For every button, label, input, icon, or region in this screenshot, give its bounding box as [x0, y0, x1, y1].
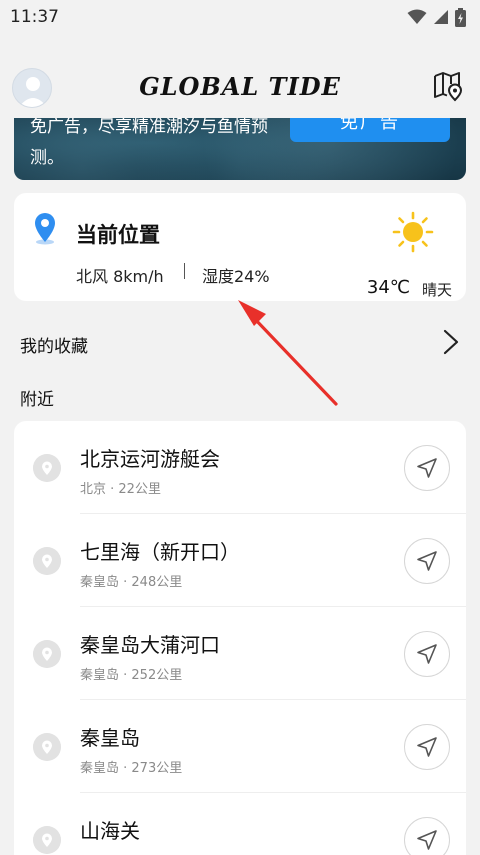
item-distance: 秦皇岛 · 248公里	[80, 575, 183, 590]
navigation-arrow-icon	[417, 830, 437, 850]
item-name: 秦皇岛	[80, 726, 140, 750]
list-item[interactable]: 山海关	[14, 793, 466, 855]
item-name: 北京运河游艇会	[80, 447, 220, 471]
place-pin-icon	[33, 826, 61, 854]
battery-icon	[455, 7, 466, 27]
sunny-icon	[392, 211, 434, 253]
navigation-arrow-icon	[417, 458, 437, 478]
place-pin-icon	[33, 733, 61, 761]
list-item[interactable]: 北京运河游艇会 北京 · 22公里	[14, 421, 466, 514]
navigate-button[interactable]	[404, 631, 450, 677]
status-bar: 11:37	[0, 0, 480, 34]
chevron-right-icon	[443, 329, 459, 355]
info-divider	[184, 263, 185, 279]
map-pin-icon	[434, 72, 463, 102]
navigation-arrow-icon	[417, 737, 437, 757]
location-title: 当前位置	[76, 223, 160, 247]
item-distance: 北京 · 22公里	[80, 482, 161, 497]
remove-ads-button[interactable]: 免广告	[290, 118, 450, 142]
navigate-button[interactable]	[404, 817, 450, 855]
item-distance: 秦皇岛 · 252公里	[80, 668, 183, 683]
list-item[interactable]: 七里海（新开口） 秦皇岛 · 248公里	[14, 514, 466, 607]
list-item[interactable]: 秦皇岛 秦皇岛 · 273公里	[14, 700, 466, 793]
navigate-button[interactable]	[404, 538, 450, 584]
location-pin-icon	[35, 213, 55, 245]
app-header: GLOBAL TIDE	[0, 56, 480, 118]
banner-text: 免广告，尽享精准潮汐与鱼情预测。	[30, 118, 268, 168]
nearby-label: 附近	[20, 390, 54, 410]
place-pin-icon	[33, 640, 61, 668]
favorites-label: 我的收藏	[20, 337, 88, 357]
favorites-row[interactable]: 我的收藏	[0, 320, 480, 364]
wind-info: 北风 8km/h	[76, 267, 164, 286]
navigation-arrow-icon	[417, 644, 437, 664]
promo-banner[interactable]: 免广告，尽享精准潮汐与鱼情预测。 免广告	[14, 118, 466, 180]
place-pin-icon	[33, 547, 61, 575]
status-icons	[407, 7, 466, 27]
signal-icon	[434, 10, 448, 24]
item-name: 山海关	[80, 819, 140, 843]
temperature: 34℃	[366, 277, 410, 298]
nearby-list: 北京运河游艇会 北京 · 22公里 七里海（新开口） 秦皇岛 · 248公里 秦…	[14, 421, 466, 855]
navigation-arrow-icon	[417, 551, 437, 571]
humidity-info: 湿度24%	[202, 267, 270, 286]
wifi-icon	[407, 9, 427, 24]
status-time: 11:37	[10, 7, 59, 27]
item-name: 七里海（新开口）	[80, 540, 240, 564]
map-location-button[interactable]	[432, 70, 464, 102]
current-location-card[interactable]: 当前位置 北风 8km/h 湿度24% 34℃ 晴天	[14, 193, 466, 301]
item-name: 秦皇岛大蒲河口	[80, 633, 220, 657]
weather-condition: 晴天	[421, 281, 452, 299]
list-item[interactable]: 秦皇岛大蒲河口 秦皇岛 · 252公里	[14, 607, 466, 700]
navigate-button[interactable]	[404, 724, 450, 770]
item-distance: 秦皇岛 · 273公里	[80, 761, 183, 776]
place-pin-icon	[33, 454, 61, 482]
navigate-button[interactable]	[404, 445, 450, 491]
app-title: GLOBAL TIDE	[139, 72, 341, 101]
